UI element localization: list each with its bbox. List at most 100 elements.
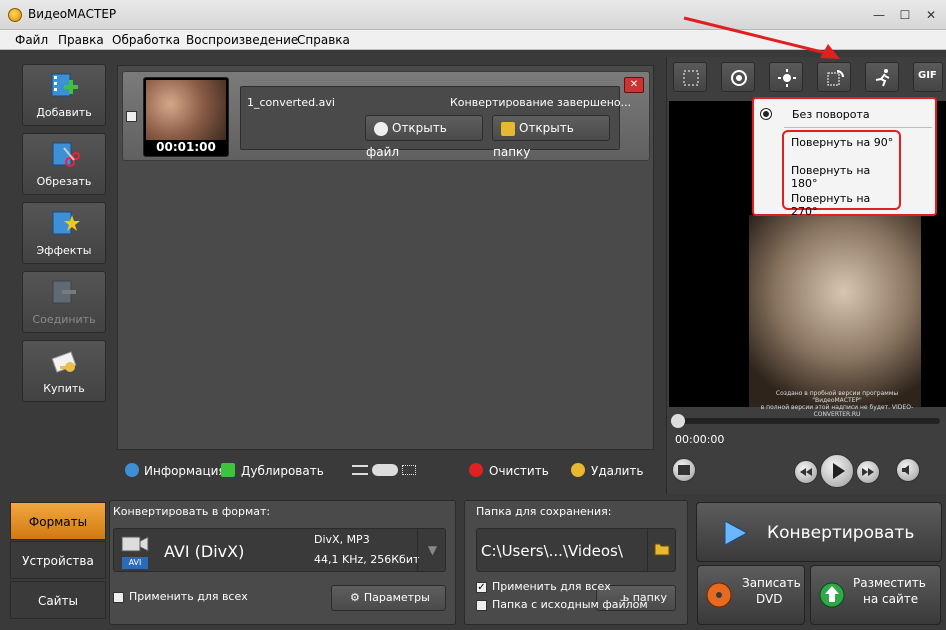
annotation-arrow xyxy=(683,16,840,59)
join-label: Соединить xyxy=(32,313,96,326)
delete-icon xyxy=(571,463,585,477)
save-path-field[interactable]: C:\Users\...\Videos\ xyxy=(476,528,676,572)
upload-site-button[interactable]: Разместить на сайте xyxy=(810,565,941,625)
menu-edit[interactable]: Правка xyxy=(58,33,104,47)
watermark-text: Создано в пробной версии программы "Виде… xyxy=(752,390,922,418)
brightness-icon xyxy=(778,69,796,87)
buy-button[interactable]: Купить xyxy=(22,340,106,402)
duplicate-button[interactable]: Дублировать xyxy=(241,464,324,478)
play-button[interactable] xyxy=(820,454,854,488)
info-button[interactable]: Информация xyxy=(144,464,226,478)
conversion-status: Конвертирование завершено... xyxy=(450,96,632,109)
rotate-option-90[interactable]: Повернуть на 90° xyxy=(791,136,893,149)
file-thumbnail[interactable]: 00:01:00 xyxy=(143,77,229,157)
params-button[interactable]: ⚙ Параметры xyxy=(331,585,446,611)
join-button[interactable]: Соединить xyxy=(22,271,106,333)
view-toggle[interactable] xyxy=(372,464,398,476)
thumbnail-image xyxy=(146,80,226,140)
rotate-icon xyxy=(827,70,844,86)
file-item-checkbox[interactable] xyxy=(126,111,137,122)
source-folder-option[interactable]: Папка с исходным файлом xyxy=(476,598,648,611)
rotate-option-180[interactable]: Повернуть на 180° xyxy=(791,164,899,190)
snapshot-button[interactable] xyxy=(672,458,696,482)
crop-button[interactable] xyxy=(673,62,707,92)
save-path: C:\Users\...\Videos\ xyxy=(481,542,623,560)
open-file-button[interactable]: Открыть файл xyxy=(365,115,483,159)
play-icon xyxy=(833,463,845,479)
next-button[interactable] xyxy=(856,460,880,484)
dvd-label-1: Записать xyxy=(742,576,801,590)
format-apply-all-checkbox[interactable] xyxy=(113,591,124,603)
file-name: 1_converted.avi xyxy=(247,96,335,109)
brightness-button[interactable] xyxy=(769,62,803,92)
selected-radio-icon xyxy=(761,109,771,119)
previous-button[interactable] xyxy=(794,460,818,484)
cut-label: Обрезать xyxy=(36,175,92,188)
tab-formats[interactable]: Форматы xyxy=(10,502,106,540)
maximize-button[interactable]: ☐ xyxy=(894,5,916,25)
effects-icon xyxy=(52,211,80,235)
rotate-option-270[interactable]: Повернуть на 270° xyxy=(791,192,899,218)
list-view-icon[interactable] xyxy=(352,465,368,475)
menu-help[interactable]: Справка xyxy=(297,33,350,47)
menu-playback[interactable]: Воспроизведение xyxy=(186,33,298,47)
clear-button[interactable]: Очистить xyxy=(489,464,549,478)
format-selector[interactable]: AVI AVI (DivX) DivX, MP3 44,1 KHz, 256Кб… xyxy=(113,528,446,572)
highlight-box: Повернуть на 90° Повернуть на 180° Повер… xyxy=(782,130,901,218)
file-duration: 00:01:00 xyxy=(156,140,216,154)
add-button[interactable]: Добавить xyxy=(22,64,106,126)
source-folder-checkbox[interactable] xyxy=(476,599,487,611)
close-window-button[interactable]: ✕ xyxy=(920,5,942,25)
speed-icon xyxy=(875,69,890,87)
menu-divider xyxy=(784,127,932,128)
dvd-icon xyxy=(706,582,732,608)
cut-button[interactable]: Обрезать xyxy=(22,133,106,195)
convert-arrow-icon xyxy=(724,520,749,546)
remove-item-button[interactable]: ✕ xyxy=(624,77,644,93)
add-label: Добавить xyxy=(36,106,92,119)
seek-handle[interactable] xyxy=(671,414,685,428)
play-icon xyxy=(374,121,388,136)
format-name: AVI (DivX) xyxy=(164,542,245,561)
tab-devices[interactable]: Устройства xyxy=(10,541,106,579)
grid-view-icon[interactable] xyxy=(402,465,416,475)
upload-label-2: на сайте xyxy=(863,592,919,606)
watermark-line-2: в полной версии этой надписи не будет. V… xyxy=(760,404,914,418)
image-icon xyxy=(678,465,690,475)
window-title: ВидеоМАСТЕР xyxy=(28,7,117,21)
burn-dvd-button[interactable]: Записать DVD xyxy=(697,565,805,625)
rotate-option-none[interactable]: Без поворота xyxy=(792,108,870,121)
format-apply-all[interactable]: Применить для всех xyxy=(113,590,248,603)
browse-folder-button[interactable] xyxy=(647,529,676,571)
camera-icon xyxy=(121,536,149,552)
format-codecs: DivX, MP3 xyxy=(314,533,370,546)
open-folder-button[interactable]: Открыть папку xyxy=(492,115,610,159)
current-time: 00:00:00 xyxy=(675,433,725,446)
convert-button[interactable]: Конвертировать xyxy=(696,502,942,562)
format-heading: Конвертировать в формат: xyxy=(113,505,271,518)
chevron-down-icon[interactable]: ▼ xyxy=(417,529,447,571)
stabilize-button[interactable] xyxy=(721,62,755,92)
effects-button[interactable]: Эффекты xyxy=(22,202,106,264)
save-apply-all[interactable]: ✓ Применить для всех xyxy=(476,580,611,593)
menu-file[interactable]: Файл xyxy=(15,33,48,47)
volume-button[interactable] xyxy=(896,458,920,482)
rewind-icon xyxy=(800,468,812,476)
rotate-button[interactable] xyxy=(817,62,851,92)
join-icon xyxy=(52,280,76,304)
add-film-icon xyxy=(51,73,78,97)
menu-processing[interactable]: Обработка xyxy=(112,33,180,47)
buy-label: Купить xyxy=(43,382,85,395)
tab-sites[interactable]: Сайты xyxy=(10,581,106,619)
source-folder-label: Папка с исходным файлом xyxy=(492,598,648,611)
minimize-button[interactable]: — xyxy=(868,5,890,25)
save-apply-all-checkbox[interactable]: ✓ xyxy=(476,581,487,593)
preview-frame xyxy=(749,215,921,407)
speed-button[interactable] xyxy=(865,62,899,92)
watermark-line-1: Создано в пробной версии программы "Виде… xyxy=(775,390,899,404)
speaker-icon xyxy=(902,465,909,475)
gif-button[interactable]: GIF xyxy=(913,62,943,92)
delete-button[interactable]: Удалить xyxy=(591,464,644,478)
app-logo-icon xyxy=(8,8,22,22)
seek-bar[interactable] xyxy=(672,418,940,424)
